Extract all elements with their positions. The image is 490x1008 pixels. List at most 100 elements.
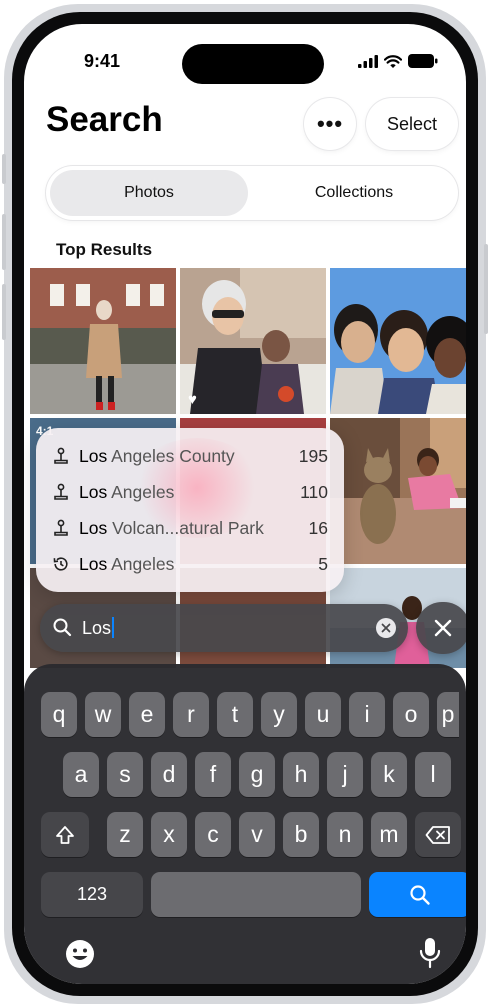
- suggestion-count: 195: [298, 445, 328, 466]
- key-j[interactable]: j: [327, 752, 363, 797]
- key-v[interactable]: v: [239, 812, 275, 857]
- photo-thumbnail[interactable]: [30, 268, 176, 414]
- volume-up-button: [2, 214, 6, 270]
- suggestion-match: Los: [79, 481, 108, 502]
- page-title: Search: [46, 100, 163, 139]
- suggestion-item[interactable]: Los Angeles 5: [36, 546, 344, 582]
- photo-thumbnail[interactable]: [330, 418, 466, 564]
- key-l[interactable]: l: [415, 752, 451, 797]
- search-input[interactable]: Los: [40, 604, 408, 652]
- suggestion-item[interactable]: Los Volcan...atural Park 16: [36, 510, 344, 546]
- clear-search-button[interactable]: [376, 618, 396, 638]
- key-y[interactable]: y: [261, 692, 297, 737]
- key-n[interactable]: n: [327, 812, 363, 857]
- numbers-key[interactable]: 123: [41, 872, 143, 917]
- key-t[interactable]: t: [217, 692, 253, 737]
- suggestion-label: Los Angeles: [79, 554, 174, 575]
- key-q[interactable]: q: [41, 692, 77, 737]
- suggestion-rest: Angeles: [107, 481, 175, 502]
- landmark-icon: [54, 447, 68, 464]
- key-f[interactable]: f: [195, 752, 231, 797]
- close-icon: [434, 619, 452, 637]
- clear-icon: [381, 623, 391, 633]
- suggestion-rest: Angeles County: [107, 445, 235, 466]
- more-options-button[interactable]: •••: [304, 98, 356, 150]
- side-button: [484, 244, 488, 334]
- shift-key[interactable]: [41, 812, 89, 857]
- key-a[interactable]: a: [63, 752, 99, 797]
- key-h[interactable]: h: [283, 752, 319, 797]
- volume-down-button: [2, 284, 6, 340]
- landmark-icon: [54, 483, 68, 500]
- suggestion-rest: Angeles: [107, 553, 175, 574]
- key-c[interactable]: c: [195, 812, 231, 857]
- screen: 9:41 Search ••• Select Photos Collection…: [24, 24, 466, 984]
- key-m[interactable]: m: [371, 812, 407, 857]
- key-g[interactable]: g: [239, 752, 275, 797]
- tab-photos[interactable]: Photos: [50, 170, 248, 216]
- cellular-signal-icon: [358, 54, 378, 68]
- microphone-icon[interactable]: [418, 936, 442, 970]
- search-icon: [53, 618, 72, 637]
- suggestion-item[interactable]: Los Angeles 110: [36, 474, 344, 510]
- tab-collections[interactable]: Collections: [254, 170, 454, 216]
- status-icons: [358, 54, 438, 68]
- suggestion-label: Los Angeles: [79, 482, 174, 503]
- key-x[interactable]: x: [151, 812, 187, 857]
- recent-search-icon: [53, 557, 68, 571]
- device-frame: 9:41 Search ••• Select Photos Collection…: [2, 4, 488, 1004]
- key-i[interactable]: i: [349, 692, 385, 737]
- suggestion-match: Los: [79, 517, 108, 538]
- suggestion-count: 5: [318, 553, 328, 574]
- key-b[interactable]: b: [283, 812, 319, 857]
- key-d[interactable]: d: [151, 752, 187, 797]
- close-search-button[interactable]: [416, 602, 466, 654]
- key-o[interactable]: o: [393, 692, 429, 737]
- search-icon: [410, 884, 430, 905]
- photo-woman-trench-coat: [30, 268, 176, 414]
- action-button: [2, 154, 6, 184]
- space-key[interactable]: [151, 872, 361, 917]
- section-title: Top Results: [56, 240, 153, 259]
- key-k[interactable]: k: [371, 752, 407, 797]
- landmark-icon: [54, 519, 68, 536]
- key-e[interactable]: e: [129, 692, 165, 737]
- search-value: Los: [82, 617, 115, 639]
- photo-thumbnail[interactable]: ♥: [180, 268, 326, 414]
- wifi-icon: [384, 54, 402, 68]
- shift-icon: [56, 825, 74, 844]
- key-w[interactable]: w: [85, 692, 121, 737]
- suggestion-match: Los: [79, 445, 108, 466]
- photo-thumbnail[interactable]: [330, 268, 466, 414]
- emoji-icon[interactable]: [64, 938, 96, 970]
- delete-key[interactable]: [415, 812, 461, 857]
- photo-cat-girl: [330, 418, 466, 564]
- suggestion-label: Los Angeles County: [79, 446, 235, 467]
- segmented-control: Photos Collections: [46, 166, 458, 220]
- key-u[interactable]: u: [305, 692, 341, 737]
- dynamic-island: [182, 44, 324, 84]
- key-r[interactable]: r: [173, 692, 209, 737]
- suggestion-match: Los: [79, 553, 108, 574]
- bezel: 9:41 Search ••• Select Photos Collection…: [12, 12, 478, 996]
- select-button[interactable]: Select: [366, 98, 458, 150]
- key-s[interactable]: s: [107, 752, 143, 797]
- suggestion-label: Los Volcan...atural Park: [79, 518, 264, 539]
- search-key[interactable]: [369, 872, 466, 917]
- suggestion-item[interactable]: Los Angeles County 195: [36, 438, 344, 474]
- favorite-heart-icon: ♥: [188, 391, 197, 408]
- search-suggestions: Los Angeles County 195 Los Angeles 110 L…: [36, 428, 344, 592]
- suggestion-count: 16: [308, 517, 328, 538]
- key-p[interactable]: p: [437, 692, 459, 737]
- battery-icon: [408, 54, 438, 68]
- status-time: 9:41: [84, 51, 121, 71]
- photo-women-cafe: [180, 268, 326, 414]
- suggestion-count: 110: [300, 481, 328, 502]
- search-text: Los: [82, 618, 112, 638]
- keyboard: q w e r t y u i o p a s d f g h j k l z …: [24, 664, 466, 984]
- text-cursor: [112, 617, 115, 638]
- suggestion-rest: Volcan...atural Park: [107, 517, 264, 538]
- key-z[interactable]: z: [107, 812, 143, 857]
- backspace-icon: [425, 825, 450, 844]
- photo-friends-selfie: [330, 268, 466, 414]
